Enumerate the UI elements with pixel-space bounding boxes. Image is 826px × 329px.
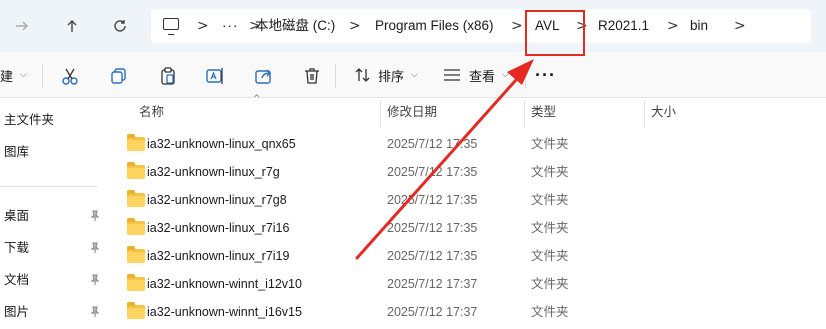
sidebar-item-downloads[interactable]: 下载 xyxy=(4,237,29,259)
new-button[interactable]: 建 ⌵ xyxy=(0,63,27,87)
file-name[interactable]: ia32-unknown-linux_r7g xyxy=(147,158,280,186)
up-button[interactable] xyxy=(60,13,84,39)
column-header-size[interactable]: 大小 xyxy=(651,100,676,128)
column-divider[interactable] xyxy=(380,100,381,128)
cut-icon[interactable] xyxy=(60,66,80,86)
pin-icon[interactable] xyxy=(90,210,100,222)
chevron-down-icon: ⌵ xyxy=(502,70,509,80)
file-name[interactable]: ia32-unknown-linux_r7i19 xyxy=(147,242,289,270)
file-row[interactable]: ia32-unknown-linux_r7i19 2025/7/12 17:35… xyxy=(108,242,826,270)
file-type: 文件夹 xyxy=(531,305,569,319)
file-modified: 2025/7/12 17:35 xyxy=(387,221,478,235)
file-modified: 2025/7/12 17:35 xyxy=(387,137,478,151)
column-divider[interactable] xyxy=(524,100,525,128)
sidebar-divider xyxy=(0,186,97,187)
annotation-highlight-box xyxy=(525,10,585,56)
folder-icon xyxy=(127,302,145,319)
refresh-icon xyxy=(114,20,126,32)
arrow-up-icon xyxy=(67,20,77,32)
column-header-name[interactable]: 名称 xyxy=(139,100,164,128)
toolbar-divider xyxy=(335,64,336,88)
view-button[interactable]: 查看 ⌵ xyxy=(443,63,509,87)
folder-icon xyxy=(127,162,145,179)
file-type: 文件夹 xyxy=(531,193,569,207)
sidebar-item-gallery[interactable]: 图库 xyxy=(4,141,29,163)
column-divider[interactable] xyxy=(644,100,645,128)
folder-icon xyxy=(127,246,145,263)
file-name[interactable]: ia32-unknown-winnt_i16v15 xyxy=(147,298,302,326)
file-name[interactable]: ia32-unknown-linux_r7g8 xyxy=(147,186,287,214)
sort-ascending-icon: ^ xyxy=(253,94,261,104)
toolbar-divider xyxy=(42,64,43,88)
sidebar-item-pictures[interactable]: 图片 xyxy=(4,301,29,323)
file-modified: 2025/7/12 17:35 xyxy=(387,193,478,207)
toolbar-divider xyxy=(525,64,526,88)
breadcrumb-r2021[interactable]: R2021.1 xyxy=(598,9,649,43)
breadcrumb-local-disk[interactable]: 本地磁盘 (C:) xyxy=(255,9,335,43)
file-modified: 2025/7/12 17:37 xyxy=(387,305,478,319)
sidebar-item-documents[interactable]: 文档 xyxy=(4,269,29,291)
folder-icon xyxy=(127,190,145,207)
file-type: 文件夹 xyxy=(531,221,569,235)
file-row[interactable]: ia32-unknown-linux_r7i16 2025/7/12 17:35… xyxy=(108,214,826,242)
folder-icon xyxy=(127,274,145,291)
file-modified: 2025/7/12 17:37 xyxy=(387,277,478,291)
sort-button[interactable]: 排序 ⌵ xyxy=(354,63,418,87)
file-name[interactable]: ia32-unknown-linux_qnx65 xyxy=(147,130,296,158)
breadcrumb-separator[interactable]: > xyxy=(349,9,361,43)
chevron-down-icon: ⌵ xyxy=(411,70,418,80)
file-modified: 2025/7/12 17:35 xyxy=(387,165,478,179)
sort-button-label: 排序 xyxy=(378,68,405,84)
view-list-icon xyxy=(444,69,460,81)
paste-icon[interactable] xyxy=(158,66,178,86)
file-type: 文件夹 xyxy=(531,249,569,263)
rename-icon[interactable] xyxy=(205,66,225,86)
file-modified: 2025/7/12 17:35 xyxy=(387,249,478,263)
file-type: 文件夹 xyxy=(531,165,569,179)
breadcrumb-overflow[interactable]: ··· xyxy=(222,9,239,43)
file-row[interactable]: ia32-unknown-winnt_i12v10 2025/7/12 17:3… xyxy=(108,270,826,298)
pin-icon[interactable] xyxy=(90,306,100,318)
command-bar: 建 ⌵ 排序 ⌵ 查看 ⌵ ··· xyxy=(0,52,826,98)
pin-icon[interactable] xyxy=(90,242,100,254)
refresh-button[interactable] xyxy=(108,13,132,39)
computer-icon[interactable] xyxy=(163,18,179,35)
sidebar-item-desktop[interactable]: 桌面 xyxy=(4,205,29,227)
file-name[interactable]: ia32-unknown-winnt_i12v10 xyxy=(147,270,302,298)
copy-icon[interactable] xyxy=(109,66,129,86)
breadcrumb-bin[interactable]: bin xyxy=(690,9,708,43)
breadcrumb-separator[interactable]: > xyxy=(197,9,209,43)
column-header-modified[interactable]: 修改日期 xyxy=(387,100,437,128)
file-row[interactable]: ia32-unknown-linux_r7g8 2025/7/12 17:35 … xyxy=(108,186,826,214)
delete-icon[interactable] xyxy=(302,66,322,86)
view-button-label: 查看 xyxy=(469,68,496,84)
navigation-pane: 主文件夹 图库 桌面 下载 文档 图片 xyxy=(0,98,108,329)
more-options-button[interactable]: ··· xyxy=(535,63,556,87)
pin-icon[interactable] xyxy=(90,274,100,286)
new-button-label: 建 xyxy=(0,68,14,84)
file-type: 文件夹 xyxy=(531,277,569,291)
breadcrumb-separator[interactable]: > xyxy=(667,9,679,43)
file-row[interactable]: ia32-unknown-linux_r7g 2025/7/12 17:35 文… xyxy=(108,158,826,186)
sort-icon xyxy=(355,68,370,82)
breadcrumb-separator[interactable]: > xyxy=(734,9,746,43)
column-header-type[interactable]: 类型 xyxy=(531,100,556,128)
folder-icon xyxy=(127,218,145,235)
chevron-down-icon: ⌵ xyxy=(20,70,27,80)
folder-icon xyxy=(127,134,145,151)
share-icon[interactable] xyxy=(254,66,274,86)
navigation-bar: > ··· > 本地磁盘 (C:) > Program Files (x86) … xyxy=(0,0,826,52)
forward-button[interactable] xyxy=(10,13,34,39)
file-row[interactable]: ia32-unknown-winnt_i16v15 2025/7/12 17:3… xyxy=(108,298,826,326)
file-row[interactable]: ia32-unknown-linux_qnx65 2025/7/12 17:35… xyxy=(108,130,826,158)
address-bar[interactable]: > ··· > 本地磁盘 (C:) > Program Files (x86) … xyxy=(151,9,811,43)
file-type: 文件夹 xyxy=(531,137,569,151)
sidebar-item-home[interactable]: 主文件夹 xyxy=(4,109,54,131)
arrow-right-icon xyxy=(16,21,28,31)
breadcrumb-program-files[interactable]: Program Files (x86) xyxy=(375,9,494,43)
file-name[interactable]: ia32-unknown-linux_r7i16 xyxy=(147,214,289,242)
breadcrumb-separator[interactable]: > xyxy=(511,9,523,43)
